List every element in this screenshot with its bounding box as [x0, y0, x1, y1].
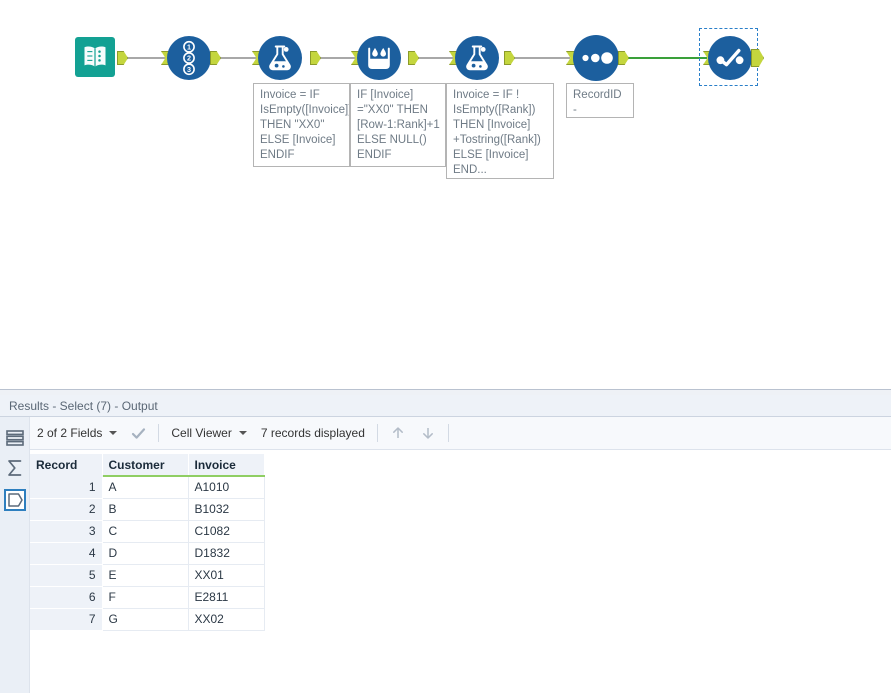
cell-invoice[interactable]: C1082 [188, 520, 265, 543]
anchor-multirow-output[interactable] [408, 51, 419, 65]
column-header-invoice[interactable]: Invoice [188, 454, 265, 477]
annotation-formula-2: Invoice = IF ! IsEmpty([Rank]) THEN [Inv… [446, 83, 554, 179]
toolbar-divider [158, 424, 160, 442]
cell-customer[interactable]: F [102, 586, 189, 609]
cell-customer[interactable]: A [102, 476, 189, 499]
results-toolbar: 2 of 2 Fields Cell Viewer 7 records disp… [0, 417, 891, 450]
cell-invoice[interactable]: D1832 [188, 542, 265, 565]
cell-record: 7 [30, 608, 103, 631]
fields-selector[interactable]: 2 of 2 Fields [30, 417, 124, 449]
anchor-sort-output[interactable] [618, 51, 629, 65]
anchor-formula2-output[interactable] [504, 51, 515, 65]
cell-invoice[interactable]: A1010 [188, 476, 265, 499]
cell-record: 4 [30, 542, 103, 565]
results-left-rail [0, 417, 30, 693]
results-table: Record Customer Invoice 1 A A1010 2 B B1… [30, 454, 265, 631]
table-row[interactable]: 4 D D1832 [30, 542, 265, 565]
cell-record: 6 [30, 586, 103, 609]
viewer-mode-selector[interactable]: Cell Viewer [164, 417, 253, 449]
tool-formula-1[interactable] [258, 36, 302, 80]
cell-customer[interactable]: C [102, 520, 189, 543]
anchor-record-id-output[interactable] [210, 51, 221, 65]
chevron-down-icon [109, 431, 118, 435]
cell-record: 2 [30, 498, 103, 521]
table-row[interactable]: 2 B B1032 [30, 498, 265, 521]
results-panel: Results - Select (7) - Output 2 of 2 Fie… [0, 395, 891, 693]
cell-invoice[interactable]: E2811 [188, 586, 265, 609]
column-header-record[interactable]: Record [30, 454, 103, 477]
table-row[interactable]: 1 A A1010 [30, 476, 265, 499]
rail-profile-icon[interactable] [4, 489, 26, 511]
rail-summary-icon[interactable] [4, 457, 26, 479]
toolbar-divider [447, 424, 449, 442]
nav-up-button[interactable] [383, 417, 413, 449]
results-title: Results - Select (7) - Output [9, 399, 158, 413]
cell-customer[interactable]: E [102, 564, 189, 587]
anchor-text-input-output[interactable] [117, 51, 128, 65]
cell-record: 3 [30, 520, 103, 543]
table-row[interactable]: 3 C C1082 [30, 520, 265, 543]
chevron-down-icon [238, 431, 247, 435]
anchor-formula1-output[interactable] [310, 51, 321, 65]
annotation-multi-row-formula: IF [Invoice] ="XX0" THEN [Row-1:Rank]+1 … [350, 83, 446, 167]
tool-text-input[interactable] [75, 37, 115, 77]
wire-sort-to-browse[interactable] [619, 57, 707, 59]
tool-browse[interactable] [708, 36, 752, 80]
nav-down-button[interactable] [413, 417, 443, 449]
cell-invoice[interactable]: B1032 [188, 498, 265, 521]
cell-record: 1 [30, 476, 103, 499]
arrow-down-icon [422, 428, 433, 439]
cell-customer[interactable]: B [102, 498, 189, 521]
svg-text:3: 3 [187, 65, 191, 74]
rail-grid-icon[interactable] [4, 427, 26, 449]
viewer-label: Cell Viewer [171, 426, 232, 440]
apply-checkmark-button[interactable] [124, 417, 153, 449]
cell-invoice[interactable]: XX02 [188, 608, 265, 631]
workflow-canvas[interactable]: 1 2 3 Invoice = IF IsEmpty([Invoice]) TH… [0, 0, 891, 389]
table-row[interactable]: 7 G XX02 [30, 608, 265, 631]
results-title-bar: Results - Select (7) - Output [0, 395, 891, 417]
tool-formula-2[interactable] [455, 36, 499, 80]
annotation-formula-1: Invoice = IF IsEmpty([Invoice]) THEN "XX… [253, 83, 350, 167]
cell-invoice[interactable]: XX01 [188, 564, 265, 587]
cell-customer[interactable]: G [102, 608, 189, 631]
tool-sort[interactable] [573, 35, 619, 81]
cell-record: 5 [30, 564, 103, 587]
tool-record-id[interactable]: 1 2 3 [167, 36, 211, 80]
toolbar-divider [376, 424, 378, 442]
svg-text:2: 2 [187, 54, 191, 63]
column-header-customer[interactable]: Customer [102, 454, 189, 477]
tool-multi-row-formula[interactable] [357, 36, 401, 80]
checkmark-icon [132, 427, 146, 439]
records-displayed-label: 7 records displayed [260, 426, 365, 440]
annotation-sort: RecordID - Ascending [566, 83, 634, 118]
table-header-row: Record Customer Invoice [30, 454, 265, 477]
arrow-up-icon [392, 427, 403, 438]
cell-customer[interactable]: D [102, 542, 189, 565]
svg-text:1: 1 [187, 42, 191, 51]
table-row[interactable]: 5 E XX01 [30, 564, 265, 587]
table-body: 1 A A1010 2 B B1032 3 C C1082 4 D D1832 … [30, 476, 265, 631]
results-grid[interactable]: Record Customer Invoice 1 A A1010 2 B B1… [30, 454, 891, 693]
anchor-browse-output[interactable] [751, 49, 764, 67]
fields-label: 2 of 2 Fields [37, 426, 103, 440]
table-row[interactable]: 6 F E2811 [30, 586, 265, 609]
